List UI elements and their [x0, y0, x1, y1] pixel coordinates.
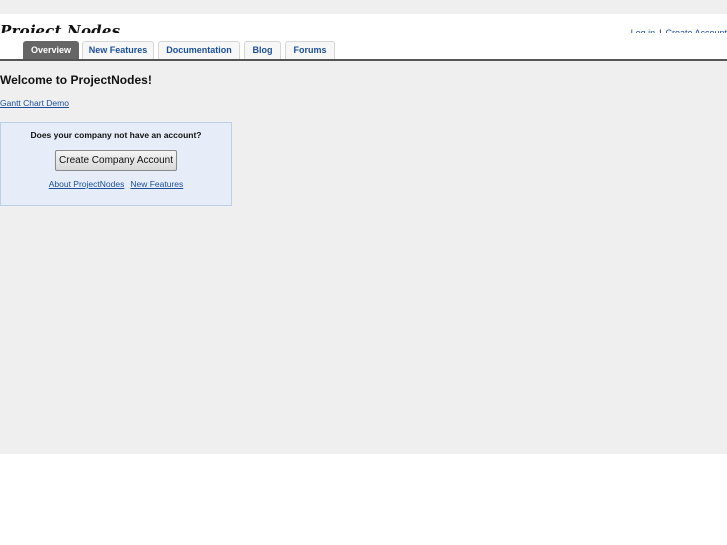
gantt-demo-link[interactable]: Gantt Chart Demo	[0, 98, 69, 108]
header-bar: Project Nodes Log in|Create Account	[0, 0, 727, 40]
page: Project Nodes Log in|Create Account Over…	[0, 0, 727, 454]
signup-question: Does your company not have an account?	[30, 130, 202, 140]
page-title: Welcome to ProjectNodes!	[0, 73, 152, 87]
tab-new-features[interactable]: New Features	[82, 41, 154, 59]
tab-forums[interactable]: Forums	[285, 41, 335, 59]
tab-documentation[interactable]: Documentation	[158, 41, 240, 59]
tab-blog[interactable]: Blog	[244, 41, 281, 59]
signup-links: About ProjectNodes New Features	[1, 179, 231, 189]
create-company-account-button[interactable]: Create Company Account	[55, 150, 177, 171]
new-features-link[interactable]: New Features	[130, 179, 183, 189]
signup-box: Does your company not have an account? C…	[0, 122, 232, 206]
about-link[interactable]: About ProjectNodes	[49, 179, 125, 189]
tab-bar: Overview New Features Documentation Blog…	[0, 33, 727, 61]
tab-overview[interactable]: Overview	[23, 41, 79, 59]
